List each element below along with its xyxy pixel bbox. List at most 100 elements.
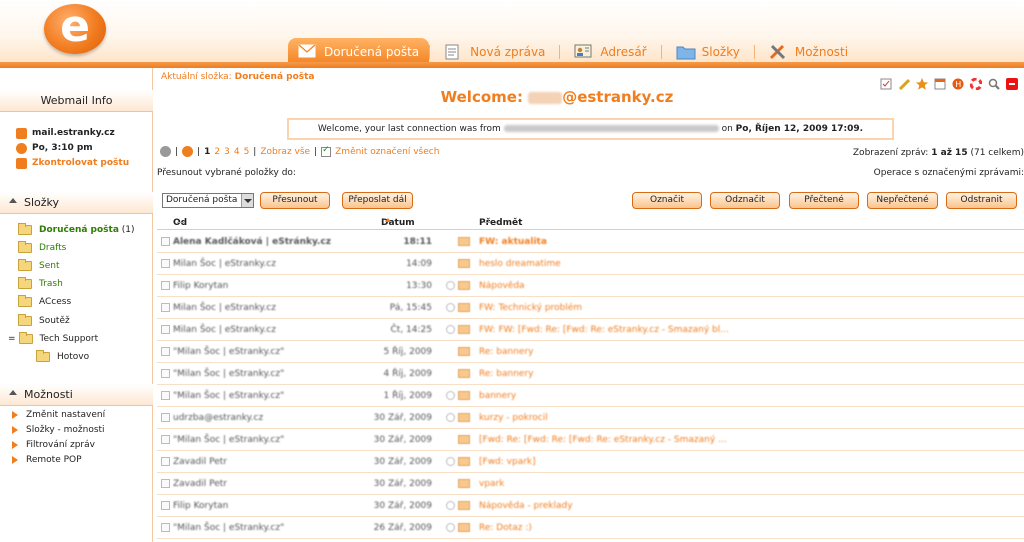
row-subject[interactable]: [Fwd: Re: [Fwd: Re: [Fwd: Re: eStranky.c… — [479, 435, 727, 445]
show-all-link[interactable]: Zobraz vše — [260, 147, 310, 157]
table-row[interactable]: "Milan Šoc | eStranky.cz" 30 Zář, 2009 [Fw… — [157, 429, 1024, 451]
check-mail-link[interactable]: Zkontrolovat poštu — [16, 156, 129, 170]
row-checkbox[interactable] — [161, 391, 170, 400]
sort-icon[interactable] — [177, 218, 184, 223]
row-checkbox[interactable] — [161, 347, 170, 356]
row-from[interactable]: Filip Korytan — [173, 281, 228, 291]
next-page-icon[interactable] — [182, 146, 194, 157]
table-row[interactable]: udrzba@estranky.cz 30 Zář, 2009 kurzy - po… — [157, 407, 1024, 429]
option-label[interactable]: Změnit nastavení — [26, 410, 105, 420]
row-from[interactable]: "Milan Šoc | eStranky.cz" — [173, 369, 284, 379]
row-checkbox[interactable] — [161, 435, 170, 444]
row-checkbox[interactable] — [161, 413, 170, 422]
row-subject[interactable]: Re: Dotaz :) — [479, 523, 532, 533]
folder-toggle[interactable]: = — [8, 334, 16, 344]
lifebuoy-icon[interactable] — [969, 77, 983, 91]
option-label[interactable]: Složky - možnosti — [26, 425, 105, 435]
row-subject[interactable]: kurzy - pokrocil — [479, 413, 548, 423]
table-row[interactable]: "Milan Šoc | eStranky.cz" 5 Říj, 2009 Re: … — [157, 341, 1024, 363]
table-row[interactable]: "Milan Šoc | eStranky.cz" 26 Zář, 2009 Re:… — [157, 517, 1024, 539]
table-row[interactable]: "Milan Šoc | eStranky.cz" 4 Říj, 2009 Re: … — [157, 363, 1024, 385]
row-checkbox[interactable] — [161, 237, 170, 246]
row-subject[interactable]: bannery — [479, 391, 516, 401]
row-checkbox[interactable] — [161, 501, 170, 510]
option-filters[interactable]: Filtrování zpráv — [12, 438, 95, 451]
row-checkbox[interactable] — [161, 325, 170, 334]
prev-page-icon[interactable] — [160, 146, 171, 157]
row-subject[interactable]: vpark — [479, 479, 504, 489]
folder-drafts[interactable]: Drafts — [18, 241, 66, 255]
collapse-arrow-icon[interactable] — [9, 390, 17, 395]
row-checkbox[interactable] — [161, 303, 170, 312]
row-from[interactable]: Zavadil Petr — [173, 479, 227, 489]
row-checkbox[interactable] — [161, 479, 170, 488]
breadcrumb-folder[interactable]: Doručená pošta — [235, 72, 315, 82]
row-checkbox[interactable] — [161, 281, 170, 290]
row-subject[interactable]: Re: bannery — [479, 369, 533, 379]
row-from[interactable]: "Milan Šoc | eStranky.cz" — [173, 391, 284, 401]
row-checkbox[interactable] — [161, 457, 170, 466]
mark-unread-button[interactable]: Nepřečtené — [867, 192, 938, 209]
toggle-all-checkbox[interactable] — [321, 145, 332, 157]
row-from[interactable]: Milan Šoc | eStranky.cz — [173, 325, 276, 335]
row-from[interactable]: Zavadil Petr — [173, 457, 227, 467]
folders-section-header[interactable]: Složky — [0, 192, 153, 214]
row-checkbox[interactable] — [161, 259, 170, 268]
table-row[interactable]: Zavadil Petr 30 Zář, 2009 [Fwd: vpark] — [157, 451, 1024, 473]
option-remote-pop[interactable]: Remote POP — [12, 453, 82, 466]
forward-button[interactable]: Přeposlat dál — [342, 192, 413, 209]
row-from[interactable]: Alena Kadlčáková | eStránky.cz — [173, 237, 331, 247]
table-row[interactable]: "Milan Šoc | eStranky.cz" 1 Říj, 2009 bann… — [157, 385, 1024, 407]
option-folder-settings[interactable]: Složky - možnosti — [12, 423, 105, 436]
row-subject[interactable]: Nápověda - preklady — [479, 501, 573, 511]
row-from[interactable]: Milan Šoc | eStranky.cz — [173, 303, 276, 313]
check-mail-text[interactable]: Zkontrolovat poštu — [32, 158, 129, 168]
table-row[interactable]: Alena Kadlčáková | eStránky.cz 18:11 FW: a… — [157, 231, 1024, 253]
table-row[interactable]: Filip Korytan 30 Zář, 2009 Nápověda - prek… — [157, 495, 1024, 517]
table-row[interactable]: Milan Šoc | eStranky.cz 14:09 heslo dreama… — [157, 253, 1024, 275]
row-subject[interactable]: FW: aktualita — [479, 237, 547, 247]
toggle-all-link[interactable]: Změnit označení všech — [335, 147, 439, 157]
target-folder-select[interactable]: Doručená pošta — [162, 193, 254, 208]
row-from[interactable]: Filip Korytan — [173, 501, 228, 511]
row-checkbox[interactable] — [161, 523, 170, 532]
sort-ascending-icon[interactable] — [385, 218, 391, 222]
logout-icon[interactable] — [1006, 78, 1018, 90]
row-subject[interactable]: Nápověda — [479, 281, 525, 291]
row-from[interactable]: udrzba@estranky.cz — [173, 413, 263, 423]
option-label[interactable]: Filtrování zpráv — [26, 440, 95, 450]
folder-access[interactable]: ACcess — [18, 295, 71, 309]
option-change-settings[interactable]: Změnit nastavení — [12, 408, 105, 421]
unmark-button[interactable]: Odznačit — [710, 192, 780, 209]
search-icon[interactable] — [988, 78, 1000, 90]
folder-sent[interactable]: Sent — [18, 259, 59, 273]
page-link-3[interactable]: 3 — [224, 147, 230, 157]
table-row[interactable]: Milan Šoc | eStranky.cz Čt, 14:25 FW: FW: … — [157, 319, 1024, 341]
row-from[interactable]: "Milan Šoc | eStranky.cz" — [173, 435, 284, 445]
collapse-arrow-icon[interactable] — [9, 198, 17, 203]
folder-hotovo[interactable]: Hotovo — [36, 350, 89, 364]
mark-read-button[interactable]: Přečtené — [789, 192, 859, 209]
estranky-logo[interactable]: e — [44, 4, 106, 54]
row-checkbox[interactable] — [161, 369, 170, 378]
row-subject[interactable]: heslo dreamatime — [479, 259, 561, 269]
delete-button[interactable]: Odstranit — [946, 192, 1017, 209]
folder-tech-support[interactable]: = Tech Support — [8, 332, 98, 346]
folder-trash[interactable]: Trash — [18, 277, 63, 291]
page-link-4[interactable]: 4 — [234, 147, 240, 157]
row-from[interactable]: Milan Šoc | eStranky.cz — [173, 259, 276, 269]
row-subject[interactable]: FW: FW: [Fwd: Re: [Fwd: Re: eStranky.cz … — [479, 325, 729, 335]
sort-icon[interactable] — [483, 218, 490, 223]
page-link-5[interactable]: 5 — [244, 147, 250, 157]
row-subject[interactable]: Re: bannery — [479, 347, 533, 357]
chevron-down-icon[interactable] — [241, 194, 253, 207]
row-from[interactable]: "Milan Šoc | eStranky.cz" — [173, 347, 284, 357]
table-row[interactable]: Filip Korytan 13:30 Nápověda — [157, 275, 1024, 297]
folder-inbox[interactable]: Doručená pošta (1) — [18, 223, 135, 237]
page-link-2[interactable]: 2 — [214, 147, 220, 157]
row-from[interactable]: "Milan Šoc | eStranky.cz" — [173, 523, 284, 533]
mark-button[interactable]: Označit — [632, 192, 702, 209]
move-button[interactable]: Přesunout — [260, 192, 330, 209]
folder-soutez[interactable]: Soutěž — [18, 314, 70, 328]
table-row[interactable]: Milan Šoc | eStranky.cz Pá, 15:45 FW: Tech… — [157, 297, 1024, 319]
